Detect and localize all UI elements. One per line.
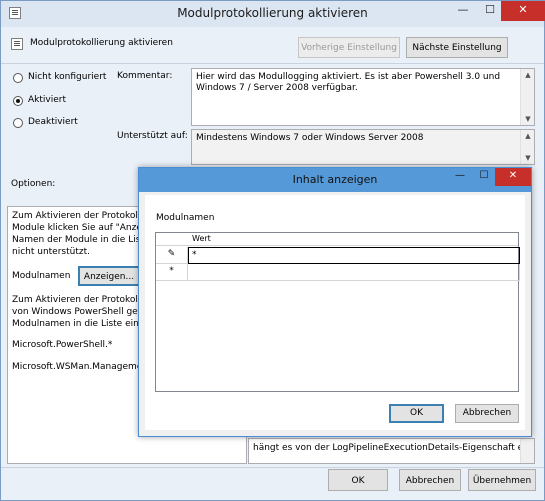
dialog-maximize-button[interactable]: ☐ [472, 168, 496, 186]
help-text-line: hängt es von der LogPipelineExecutionDet… [253, 443, 535, 453]
maximize-button[interactable]: ☐ [477, 1, 503, 21]
policy-name: Modulprotokollierung aktivieren [30, 38, 173, 48]
grid-header: Wert [156, 233, 518, 246]
radio-enabled-label: Aktiviert [28, 95, 66, 105]
values-grid[interactable]: Wert ✎ * * [155, 232, 520, 392]
options-text-line: Zum Aktivieren der Protokollier [12, 211, 153, 221]
options-text-line: nicht unterstützt. [12, 247, 90, 257]
dialog-group-label: Modulnamen [156, 213, 215, 223]
scroll-down-icon[interactable]: ▼ [521, 113, 535, 125]
options-text-line: Zum Aktivieren der Protokollier [12, 295, 153, 305]
options-text-line: Module klicken Sie auf "Anzeig [12, 223, 151, 233]
options-text-line: Modulnamen in die Liste ein: [12, 319, 142, 329]
radio-disabled-label: Deaktiviert [28, 117, 78, 127]
options-label: Optionen: [11, 179, 56, 189]
comment-label: Kommentar: [117, 71, 173, 81]
show-contents-dialog: Inhalt anzeigen — ☐ ✕ Modulnamen Wert ✎ … [138, 167, 532, 437]
supported-field: Mindestens Windows 7 oder Windows Server… [191, 129, 535, 165]
apply-button[interactable]: Übernehmen [468, 469, 536, 491]
comment-field[interactable]: Hier wird das Modullogging aktiviert. Es… [191, 68, 535, 126]
options-text-line: Namen der Module in die Liste [12, 235, 150, 245]
options-text-line: Microsoft.PowerShell.* [12, 340, 113, 350]
dialog-cancel-button[interactable]: Abbrechen [455, 404, 519, 423]
supported-label: Unterstützt auf: [117, 131, 188, 141]
help-pane: hängt es von der LogPipelineExecutionDet… [248, 438, 535, 464]
scroll-up-icon[interactable]: ▲ [521, 69, 535, 81]
minimize-button[interactable]: — [450, 1, 476, 21]
supported-scrollbar[interactable]: ▲ ▼ [520, 130, 534, 164]
grid-cell-value[interactable]: * [188, 247, 520, 264]
scroll-up-icon[interactable]: ▲ [521, 130, 535, 142]
row-edit-icon[interactable]: ✎ [156, 247, 188, 264]
dialog-minimize-button[interactable]: — [448, 168, 472, 186]
radio-not-configured-label: Nicht konfiguriert [28, 72, 107, 82]
column-header-value[interactable]: Wert [192, 234, 211, 243]
next-setting-button[interactable]: Nächste Einstellung [406, 37, 508, 58]
footer-divider [1, 467, 544, 468]
radio-not-configured[interactable] [13, 73, 23, 83]
show-modules-button[interactable]: Anzeigen... [78, 266, 140, 286]
scroll-down-icon[interactable]: ▼ [521, 152, 535, 164]
options-text-line: Microsoft.WSMan.Managemen [12, 362, 149, 372]
help-scrollbar[interactable] [520, 439, 534, 463]
dialog-title-bar[interactable]: Inhalt anzeigen — ☐ ✕ [139, 168, 531, 192]
ok-button[interactable]: OK [328, 469, 388, 491]
radio-disabled[interactable] [13, 118, 23, 128]
grid-cell-new[interactable] [188, 264, 520, 281]
comment-scrollbar[interactable]: ▲ ▼ [520, 69, 534, 125]
radio-enabled[interactable] [13, 96, 23, 106]
close-button[interactable]: ✕ [501, 1, 545, 21]
cancel-button[interactable]: Abbrechen [399, 469, 461, 491]
policy-icon [11, 38, 23, 50]
header-divider [1, 63, 544, 64]
comment-text: Hier wird das Modullogging aktiviert. Es… [196, 72, 501, 93]
dialog-client: Modulnamen Wert ✎ * * OK Abbrechen [145, 195, 525, 430]
dialog-close-button[interactable]: ✕ [495, 168, 531, 186]
row-new-icon[interactable]: * [156, 264, 188, 281]
supported-text: Mindestens Windows 7 oder Windows Server… [196, 133, 424, 143]
dialog-ok-button[interactable]: OK [389, 404, 444, 423]
modulnamen-label: Modulnamen [12, 271, 71, 281]
options-text-line: von Windows PowerShell geben [12, 307, 155, 317]
title-bar[interactable]: Modulprotokollierung aktivieren — ☐ ✕ [1, 1, 545, 27]
previous-setting-button[interactable]: Vorherige Einstellung [298, 37, 400, 58]
